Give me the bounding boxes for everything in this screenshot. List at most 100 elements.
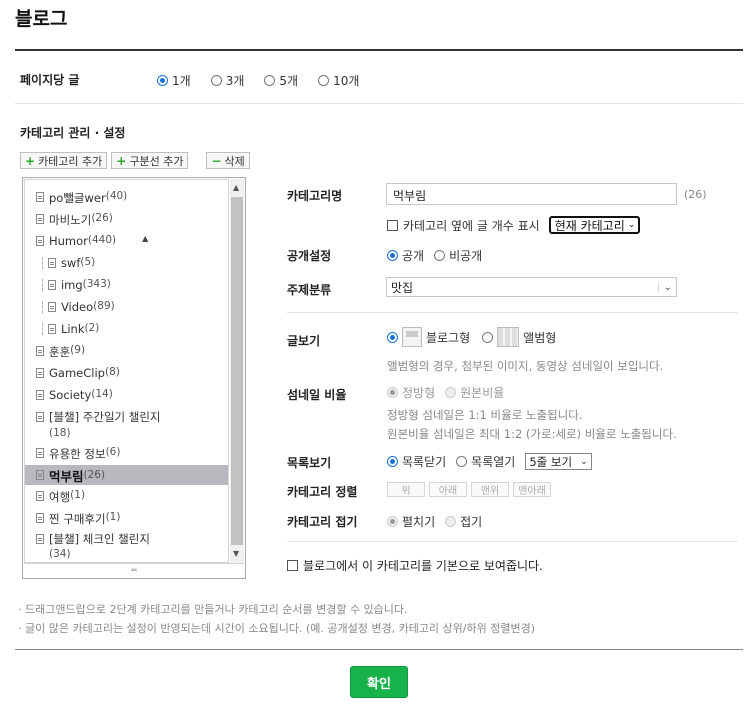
default-show-label: 블로그에서 이 카테고리를 기본으로 보여줍니다. <box>303 559 543 573</box>
sort-bottom-button[interactable]: 맨아래 <box>513 482 551 497</box>
tree-item[interactable]: 찐 구매후기 (1) <box>25 511 228 527</box>
document-icon <box>36 346 44 356</box>
rows-select[interactable]: 5줄 보기 ⌄ <box>525 453 592 470</box>
tree-item-child[interactable]: ┆ Video (89) <box>25 300 228 314</box>
view-blog[interactable]: 블로그형 <box>387 327 470 347</box>
scroll-down-icon[interactable]: ▼ <box>233 549 239 558</box>
tree-item[interactable]: 유용한 정보 (6) <box>25 446 228 462</box>
radio-icon[interactable] <box>445 516 457 527</box>
visibility-private[interactable]: 비공개 <box>434 247 482 264</box>
tree-item[interactable]: 훈훈 (9) <box>25 344 228 360</box>
category-toolbar: + 카테고리 추가 + 구분선 추가 − 삭제 <box>20 152 250 169</box>
scrollbar-thumb[interactable] <box>231 197 243 545</box>
tree-item[interactable]: po뺄글wer (40) <box>25 190 228 206</box>
radio-icon[interactable] <box>318 75 330 86</box>
show-count-select[interactable]: 현재 카테고리 ⌄ <box>548 216 641 234</box>
category-section-title: 카테고리 관리 · 설정 <box>20 126 126 140</box>
tree-scrollbar[interactable]: ▲ ▼ <box>230 179 244 563</box>
default-show-checkbox[interactable] <box>287 560 298 571</box>
delete-button[interactable]: − 삭제 <box>206 152 250 169</box>
radio-icon[interactable] <box>445 387 457 398</box>
radio-icon[interactable] <box>434 250 446 261</box>
tree-line-icon: ┆ <box>39 278 46 292</box>
confirm-button[interactable]: 확인 <box>350 666 408 698</box>
view-option-label: 앨범형 <box>523 330 557 345</box>
tree-item-name: Video <box>60 300 94 314</box>
tree-item-name: img <box>60 278 83 292</box>
sort-up-button[interactable]: 위 <box>387 482 425 497</box>
tree-item[interactable]: [블챌] 체크인 챌린지 (34) <box>25 532 228 562</box>
radio-icon[interactable] <box>387 250 398 261</box>
radio-icon[interactable] <box>482 331 494 343</box>
add-divider-button[interactable]: + 구분선 추가 <box>111 152 189 169</box>
footer-divider <box>15 649 743 650</box>
minus-icon: − <box>211 153 222 168</box>
fold-collapse[interactable]: 접기 <box>445 513 482 530</box>
fold-expand[interactable]: 펼치기 <box>387 513 435 530</box>
default-show-row: 블로그에서 이 카테고리를 기본으로 보여줍니다. <box>287 557 543 574</box>
tree-item-selected[interactable]: 먹부림 (26) <box>25 465 228 485</box>
tree-item[interactable]: GameClip (8) <box>25 366 228 380</box>
view-option-label: 블로그형 <box>426 330 471 345</box>
topic-select[interactable]: 맛집 ⌄ <box>386 277 677 297</box>
ppp-option-1[interactable]: 1개 <box>157 72 191 89</box>
radio-icon[interactable] <box>157 75 168 86</box>
tree-item-name: Society <box>49 388 92 402</box>
category-name-input[interactable]: 먹부림 <box>386 183 677 205</box>
add-category-label: 카테고리 추가 <box>38 154 103 168</box>
list-closed[interactable]: 목록닫기 <box>387 453 446 470</box>
view-album[interactable]: 앨범형 <box>482 327 556 347</box>
ppp-option-3[interactable]: 3개 <box>210 72 244 89</box>
topic-select-value: 맛집 <box>391 280 414 295</box>
tree-item-child[interactable]: ┆ Link (2) <box>25 322 228 336</box>
delete-label: 삭제 <box>224 154 245 168</box>
resize-handle-icon[interactable]: ═ <box>24 563 244 578</box>
list-open[interactable]: 목록열기 <box>456 453 515 470</box>
sort-top-button[interactable]: 맨위 <box>471 482 509 497</box>
radio-icon[interactable] <box>387 387 398 398</box>
show-count-select-value: 현재 카테고리 <box>554 218 625 233</box>
visibility-options: 공개 비공개 <box>387 247 482 264</box>
visibility-public[interactable]: 공개 <box>387 247 424 264</box>
chevron-down-icon: ⌄ <box>657 281 672 293</box>
ppp-option-label: 1개 <box>172 74 191 88</box>
list-view-options: 목록닫기 목록열기 5줄 보기 ⌄ <box>387 453 592 470</box>
radio-icon[interactable] <box>387 331 398 343</box>
radio-icon[interactable] <box>264 75 276 86</box>
visibility-label: 공개설정 <box>287 249 332 263</box>
tree-item-count: (34) <box>49 548 71 560</box>
tree-item-count: (1) <box>105 511 121 523</box>
add-category-button[interactable]: + 카테고리 추가 <box>20 152 108 169</box>
category-tree[interactable]: po뺄글wer (40) 마비노기 (26) Humor (440) ▲ ┆ swf (5)… <box>22 177 246 579</box>
add-divider-label: 구분선 추가 <box>129 154 184 168</box>
view-note: 앨범형의 경우, 첨부된 이미지, 동영상 섬네일이 보입니다. <box>387 359 664 373</box>
tree-item[interactable]: [블챌] 주간일기 챌린지 (18) <box>25 410 228 441</box>
ratio-square[interactable]: 정방형 <box>387 384 435 401</box>
tree-item[interactable]: Humor (440) ▲ <box>25 234 228 248</box>
page-title: 블로그 <box>15 8 68 30</box>
radio-icon[interactable] <box>210 75 222 86</box>
radio-icon[interactable] <box>456 456 468 467</box>
category-tree-list: po뺄글wer (40) 마비노기 (26) Humor (440) ▲ ┆ swf (5)… <box>24 179 229 563</box>
show-count-checkbox[interactable] <box>387 219 398 231</box>
tree-item-child[interactable]: ┆ swf (5) <box>25 256 228 270</box>
tree-item-child[interactable]: ┆ img (343) <box>25 278 228 292</box>
scroll-up-icon[interactable]: ▲ <box>233 183 239 192</box>
radio-icon[interactable] <box>387 456 398 467</box>
category-name-label: 카테고리명 <box>287 189 343 203</box>
ppp-option-5[interactable]: 5개 <box>264 72 298 89</box>
tree-line-icon: ┆ <box>39 300 46 314</box>
ppp-option-10[interactable]: 10개 <box>318 72 359 89</box>
ratio-original[interactable]: 원본비율 <box>445 384 504 401</box>
tree-item[interactable]: 여행 (1) <box>25 489 228 505</box>
tree-item[interactable]: 마비노기 (26) <box>25 212 228 228</box>
fold-options: 펼치기 접기 <box>387 513 482 530</box>
radio-icon[interactable] <box>387 516 398 527</box>
collapse-arrow-icon[interactable]: ▲ <box>142 234 148 243</box>
tree-item-name: 마비노기 <box>49 213 92 227</box>
document-icon <box>47 324 56 334</box>
tree-item[interactable]: Society (14) <box>25 388 228 402</box>
blog-layout-icon <box>402 327 422 347</box>
sort-down-button[interactable]: 아래 <box>429 482 467 497</box>
list-option-label: 목록열기 <box>471 455 516 469</box>
